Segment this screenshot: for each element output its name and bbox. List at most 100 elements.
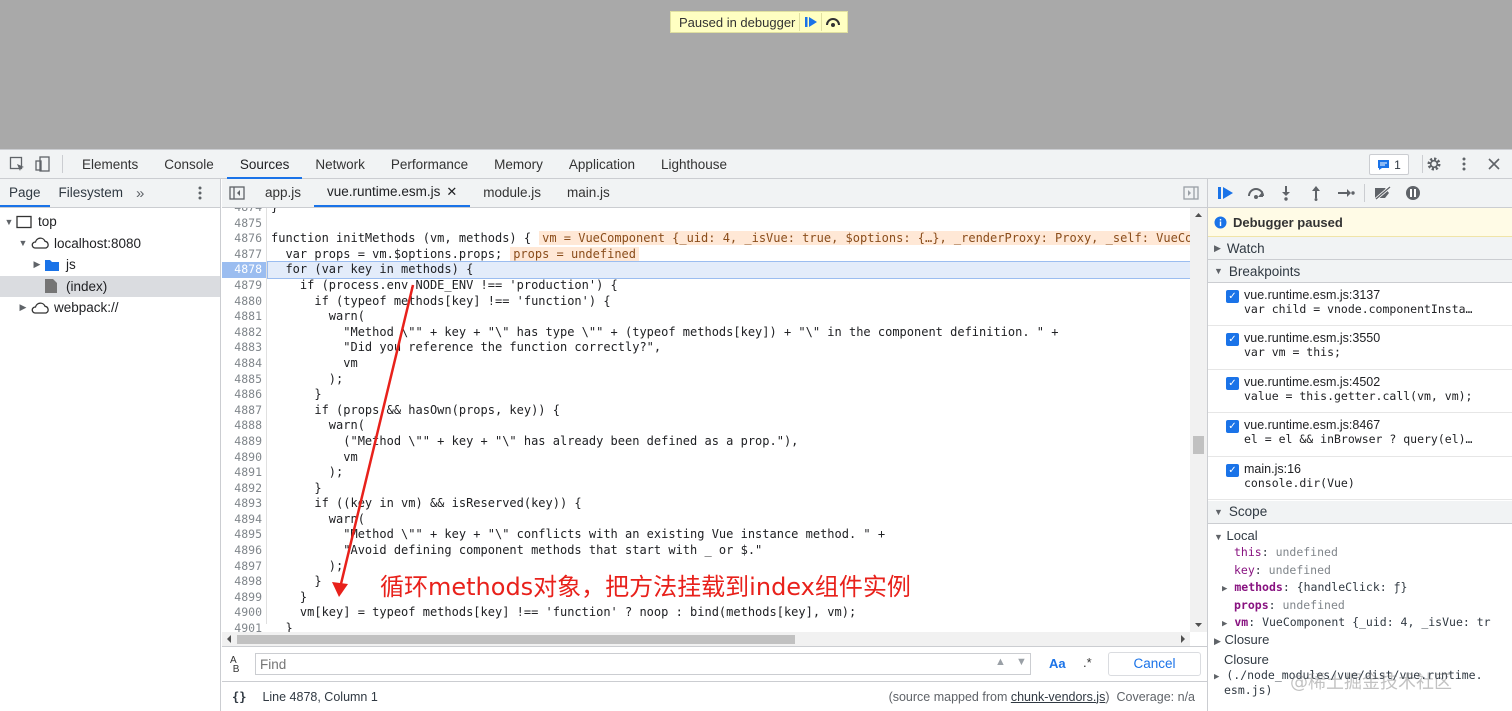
code-line[interactable]: if (props && hasOwn(props, key)) { [268,403,1190,419]
scope-closure-module[interactable]: Closure [1208,651,1512,668]
code-line[interactable]: vm[key] = typeof methods[key] !== 'funct… [268,605,1190,621]
code-line[interactable] [268,216,1190,232]
line-number[interactable]: 4882 [222,325,266,341]
code-line[interactable]: } [268,208,1190,216]
scroll-right-icon[interactable] [1176,632,1190,646]
line-number[interactable]: 4893 [222,496,266,512]
checkbox-checked-icon[interactable]: ✓ [1226,376,1239,390]
tab-memory[interactable]: Memory [481,150,556,179]
checkbox-checked-icon[interactable]: ✓ [1226,463,1239,477]
breakpoint-item[interactable]: ✓ vue.runtime.esm.js:3137 var child = vnod… [1208,283,1512,327]
tab-elements[interactable]: Elements [69,150,151,179]
execution-line[interactable]: for (var key in methods) { [267,261,1190,279]
resume-icon[interactable] [1214,181,1238,205]
navigator-menu-icon[interactable] [198,186,202,203]
step-over-icon[interactable] [821,13,843,31]
line-number[interactable]: 4900 [222,605,266,621]
code-line[interactable]: vm [268,450,1190,466]
code-line[interactable]: "Avoid defining component methods that s… [268,543,1190,559]
tab-network[interactable]: Network [302,150,378,179]
code-line[interactable]: } [268,387,1190,403]
line-number[interactable]: 4890 [222,450,266,466]
tab-sources[interactable]: Sources [226,150,303,179]
tree-item-top[interactable]: ▼ top [0,211,220,233]
code-line[interactable]: warn( [268,418,1190,434]
step-over-icon[interactable] [1244,181,1268,205]
breakpoint-item[interactable]: ✓ main.js:16 console.dir(Vue) [1208,457,1512,500]
step-out-icon[interactable] [1304,181,1328,205]
code-line[interactable]: "Method \"" + key + "\" has type \"" + (… [268,325,1190,341]
line-number[interactable]: 4879 [222,278,266,294]
resume-icon[interactable] [799,13,821,31]
collapse-arrow-icon[interactable]: ▶ [1222,584,1227,594]
expand-arrow-icon[interactable]: ▼ [1214,507,1223,517]
tab-application[interactable]: Application [556,150,648,179]
scope-local[interactable]: ▼ Local [1208,527,1512,544]
tree-item-js[interactable]: ▶ js [0,254,220,276]
line-number[interactable]: 4886 [222,387,266,403]
collapse-arrow-icon[interactable]: ▶ [1222,619,1227,629]
scope-variable[interactable]: props: undefined [1208,597,1512,614]
deactivate-breakpoints-icon[interactable] [1371,181,1395,205]
replace-toggle-icon[interactable]: A B [230,656,239,675]
line-number[interactable]: 4878 [222,262,266,278]
line-number[interactable]: 4894 [222,512,266,528]
tree-item-webpack[interactable]: ▶ webpack:// [0,297,220,319]
line-number[interactable]: 4895 [222,527,266,543]
toggle-debugger-icon[interactable] [1183,186,1199,203]
line-number[interactable]: 4884 [222,356,266,372]
close-icon[interactable] [1481,151,1507,177]
pretty-print-icon[interactable]: {} [232,690,246,704]
line-number[interactable]: 4883 [222,340,266,356]
line-number[interactable]: 4899 [222,590,266,606]
line-number[interactable]: 4888 [222,418,266,434]
code-line[interactable]: warn( [268,512,1190,528]
match-case-button[interactable]: Aa [1049,656,1066,671]
expand-arrow-icon[interactable]: ▼ [1214,266,1223,276]
line-number[interactable]: 4875 [222,216,266,232]
tab-lighthouse[interactable]: Lighthouse [648,150,740,179]
tab-page[interactable]: Page [0,179,50,207]
code-line[interactable]: var props = vm.$options.props; props = un… [268,246,1190,263]
tab-console[interactable]: Console [151,150,227,179]
close-tab-icon[interactable]: ✕ [446,178,457,206]
scroll-down-icon[interactable] [1190,618,1207,632]
scroll-up-icon[interactable] [1190,208,1207,222]
find-cancel-button[interactable]: Cancel [1108,652,1201,676]
scope-section-header[interactable]: ▼ Scope [1208,500,1512,524]
code-line[interactable]: } [268,481,1190,497]
code-line[interactable]: ("Method \"" + key + "\" has already bee… [268,434,1190,450]
code-line[interactable]: vm [268,356,1190,372]
editor-tab-app-js[interactable]: app.js [252,179,314,207]
messages-badge[interactable]: 1 [1369,154,1409,175]
horizontal-scrollbar[interactable] [222,632,1190,646]
scope-variable[interactable]: ▶ methods: {handleClick: ƒ} [1208,579,1512,596]
step-into-icon[interactable] [1274,181,1298,205]
step-icon[interactable] [1334,181,1358,205]
tree-item-index[interactable]: (index) [0,275,220,297]
find-next-icon[interactable]: ▼ [1016,656,1027,668]
watch-section-header[interactable]: ▶ Watch [1208,237,1512,260]
line-gutter[interactable]: 4874487548764877487848794880488148824883… [222,208,267,632]
regex-button[interactable]: .* [1083,655,1092,670]
more-options-icon[interactable] [1451,151,1477,177]
line-number[interactable]: 4901 [222,621,266,632]
editor-tab-vue-runtime[interactable]: vue.runtime.esm.js ✕ [314,178,471,207]
line-number[interactable]: 4877 [222,247,266,263]
code-line[interactable]: if (typeof methods[key] !== 'function') … [268,294,1190,310]
line-number[interactable]: 4889 [222,434,266,450]
line-number[interactable]: 4887 [222,403,266,419]
collapse-arrow-icon[interactable]: ▶ [1214,636,1221,646]
checkbox-checked-icon[interactable]: ✓ [1226,420,1239,434]
toggle-navigator-icon[interactable] [222,186,252,200]
line-number[interactable]: 4897 [222,559,266,575]
code-line[interactable]: ); [268,372,1190,388]
tree-item-localhost[interactable]: ▼ localhost:8080 [0,233,220,255]
line-number[interactable]: 4880 [222,294,266,310]
code-line[interactable]: ); [268,465,1190,481]
scope-variable[interactable]: key: undefined [1208,562,1512,579]
line-number[interactable]: 4892 [222,481,266,497]
breakpoint-item[interactable]: ✓ vue.runtime.esm.js:4502 value = this.get… [1208,370,1512,414]
more-tabs-chevron-icon[interactable]: » [132,185,148,202]
code-line[interactable]: warn( [268,309,1190,325]
